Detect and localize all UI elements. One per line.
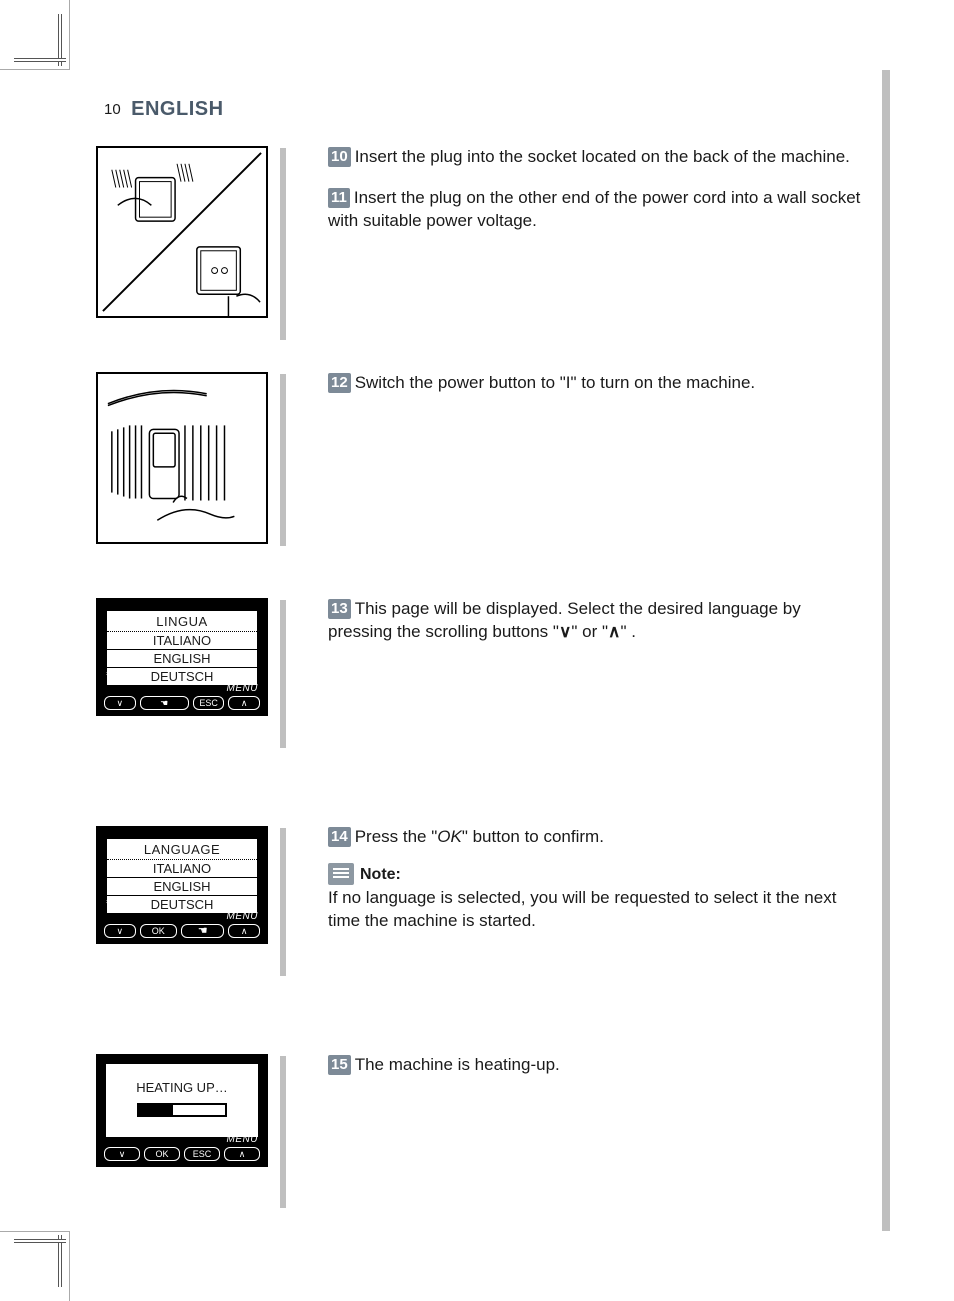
- lcd-row: ENGLISH: [107, 878, 257, 896]
- lcd-menu-label: MENU: [227, 683, 258, 694]
- steam-icon: ༄: [106, 894, 116, 922]
- step-text-a: Press the ": [355, 827, 438, 846]
- lcd-title: LANGUAGE: [107, 839, 257, 860]
- step-text: Switch the power button to "I" to turn o…: [355, 373, 755, 392]
- page-number: 10: [104, 101, 121, 118]
- step-text: Insert the plug into the socket located …: [355, 147, 850, 166]
- step-number: 14: [328, 827, 351, 847]
- step-text-b: " or ": [571, 622, 608, 641]
- hand-pointer-icon: ☚: [181, 924, 224, 938]
- lcd-row: ITALIANO: [107, 860, 257, 878]
- lcd-screen: LANGUAGE ITALIANO ENGLISH DEUTSCH: [106, 838, 258, 914]
- step-14: 14Press the "OK" button to confirm.: [328, 826, 864, 849]
- lcd-row: ENGLISH: [107, 650, 257, 668]
- up-arrow-icon: ∧: [608, 622, 620, 641]
- step-text: Insert the plug on the other end of the …: [328, 188, 860, 230]
- lcd-button-row: ∨ OK ESC ∧: [104, 1147, 260, 1161]
- scroll-up-button: ∧: [224, 1147, 260, 1161]
- language-heading: ENGLISH: [131, 98, 223, 120]
- step-number: 12: [328, 373, 351, 393]
- step-number: 13: [328, 599, 351, 619]
- progress-bar: [137, 1103, 227, 1117]
- steam-icon: ༄: [106, 1117, 116, 1145]
- lcd-title: HEATING UP…: [106, 1080, 258, 1095]
- lcd-row: ITALIANO: [107, 632, 257, 650]
- step-text-c: " .: [620, 622, 635, 641]
- accent-bar: [280, 374, 286, 546]
- lcd-screen: LINGUA ITALIANO ENGLISH DEUTSCH: [106, 610, 258, 686]
- figure-lcd-language: LANGUAGE ITALIANO ENGLISH DEUTSCH ༄ MENU…: [96, 826, 268, 944]
- lcd-screen: HEATING UP…: [106, 1064, 258, 1137]
- crop-mark-leftb: [14, 1239, 66, 1243]
- steam-icon: ༄: [106, 666, 116, 694]
- lcd-title: LINGUA: [107, 611, 257, 632]
- down-arrow-icon: ∨: [559, 622, 571, 641]
- ok-button: OK: [144, 1147, 180, 1161]
- note-label: Note:: [360, 866, 401, 883]
- note-block: Note: If no language is selected, you wi…: [328, 863, 864, 933]
- step-number: 15: [328, 1055, 351, 1075]
- accent-bar: [280, 1056, 286, 1208]
- step-13: 13This page will be displayed. Select th…: [328, 598, 864, 644]
- lcd-menu-label: MENU: [227, 1134, 258, 1145]
- step-12: 12Switch the power button to "I" to turn…: [328, 372, 864, 395]
- step-text: The machine is heating-up.: [355, 1055, 560, 1074]
- scroll-up-button: ∧: [228, 696, 260, 710]
- figure-lcd-heating: HEATING UP… ༄ MENU ∨ OK ESC ∧: [96, 1054, 268, 1167]
- step-text-b: " button to confirm.: [462, 827, 604, 846]
- page-edge: [882, 70, 890, 1231]
- step-10: 10Insert the plug into the socket locate…: [328, 146, 864, 169]
- figure-plug: [96, 146, 268, 318]
- lcd-button-row: ∨ OK ☚ ∧: [104, 924, 260, 938]
- esc-button: ESC: [193, 696, 225, 710]
- lcd-button-row: ∨ ☚ ESC ∧: [104, 696, 260, 710]
- lcd-menu-label: MENU: [227, 911, 258, 922]
- accent-bar: [280, 828, 286, 976]
- page-header: 10 ENGLISH: [104, 98, 224, 121]
- step-number: 11: [328, 188, 350, 208]
- scroll-down-button: ∨: [104, 924, 136, 938]
- note-icon: [328, 863, 354, 885]
- figure-lcd-lingua: LINGUA ITALIANO ENGLISH DEUTSCH ༄ MENU ∨…: [96, 598, 268, 716]
- step-number: 10: [328, 147, 351, 167]
- scroll-down-button: ∨: [104, 696, 136, 710]
- esc-button: ESC: [184, 1147, 220, 1161]
- figure-power-switch: [96, 372, 268, 544]
- scroll-up-button: ∧: [228, 924, 260, 938]
- step-15: 15The machine is heating-up.: [328, 1054, 864, 1077]
- hand-pointer-icon: ☚: [140, 696, 189, 710]
- crop-mark-left: [14, 58, 66, 62]
- accent-bar: [280, 148, 286, 340]
- step-11: 11Insert the plug on the other end of th…: [328, 187, 864, 233]
- scroll-down-button: ∨: [104, 1147, 140, 1161]
- accent-bar: [280, 600, 286, 748]
- ok-label: OK: [437, 827, 462, 846]
- note-body: If no language is selected, you will be …: [328, 887, 864, 933]
- ok-button: OK: [140, 924, 177, 938]
